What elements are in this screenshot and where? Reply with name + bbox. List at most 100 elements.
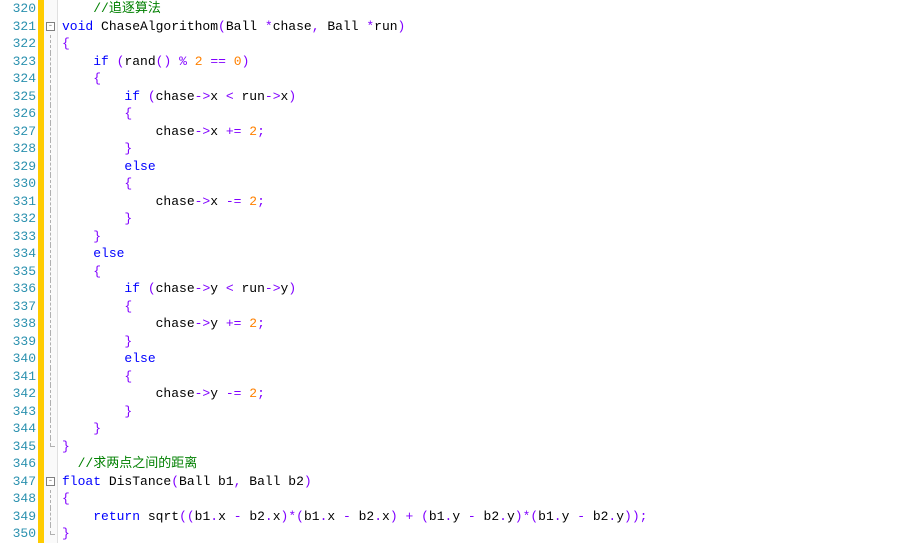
code-token: //求两点之间的距离 <box>78 456 198 471</box>
code-token: y <box>210 281 226 296</box>
code-line[interactable]: { <box>62 70 900 88</box>
line-number[interactable]: 321 <box>0 18 36 36</box>
code-token <box>109 54 117 69</box>
line-number[interactable]: 337 <box>0 298 36 316</box>
code-token: { <box>62 491 70 506</box>
code-token: Ball <box>320 19 367 34</box>
code-token: ; <box>257 194 265 209</box>
fold-guide <box>50 438 51 447</box>
code-line[interactable]: } <box>62 438 900 456</box>
code-token <box>62 246 93 261</box>
code-token: chase <box>273 19 312 34</box>
line-number[interactable]: 323 <box>0 53 36 71</box>
code-line[interactable]: return sqrt((b1.x - b2.x)*(b1.x - b2.x) … <box>62 508 900 526</box>
line-number[interactable]: 336 <box>0 280 36 298</box>
fold-guide <box>50 525 51 534</box>
fold-column[interactable]: -- <box>44 0 58 543</box>
code-token <box>62 264 93 279</box>
line-number[interactable]: 332 <box>0 210 36 228</box>
line-number[interactable]: 343 <box>0 403 36 421</box>
line-number[interactable]: 330 <box>0 175 36 193</box>
code-token: return <box>93 509 140 524</box>
line-number[interactable]: 341 <box>0 368 36 386</box>
line-number[interactable]: 350 <box>0 525 36 543</box>
code-token: - <box>577 509 585 524</box>
code-line[interactable]: chase->y += 2; <box>62 315 900 333</box>
code-line[interactable]: } <box>62 403 900 421</box>
line-number[interactable]: 329 <box>0 158 36 176</box>
code-token: { <box>62 36 70 51</box>
code-line[interactable]: chase->x -= 2; <box>62 193 900 211</box>
code-token: -> <box>195 281 211 296</box>
code-area[interactable]: //追逐算法void ChaseAlgorithom(Ball *chase, … <box>58 0 900 543</box>
code-line[interactable]: { <box>62 105 900 123</box>
code-token: ( <box>218 19 226 34</box>
code-line[interactable]: } <box>62 333 900 351</box>
code-line[interactable]: { <box>62 298 900 316</box>
code-line[interactable]: void ChaseAlgorithom(Ball *chase, Ball *… <box>62 18 900 36</box>
fold-toggle-icon[interactable]: - <box>46 22 55 31</box>
code-token: { <box>124 299 132 314</box>
line-number[interactable]: 328 <box>0 140 36 158</box>
code-line[interactable]: } <box>62 228 900 246</box>
code-token: { <box>93 264 101 279</box>
line-number[interactable]: 334 <box>0 245 36 263</box>
line-number[interactable]: 340 <box>0 350 36 368</box>
code-token <box>413 509 421 524</box>
code-token <box>140 281 148 296</box>
line-number[interactable]: 331 <box>0 193 36 211</box>
code-line[interactable]: //求两点之间的距离 <box>62 455 900 473</box>
code-token: -> <box>195 386 211 401</box>
code-line[interactable]: { <box>62 490 900 508</box>
line-number[interactable]: 324 <box>0 70 36 88</box>
code-token: -= <box>226 386 242 401</box>
line-number[interactable]: 339 <box>0 333 36 351</box>
code-token: . <box>554 509 562 524</box>
code-line[interactable]: if (chase->x < run->x) <box>62 88 900 106</box>
fold-guide <box>50 70 51 88</box>
code-line[interactable]: if (chase->y < run->y) <box>62 280 900 298</box>
line-number[interactable]: 320 <box>0 0 36 18</box>
line-number[interactable]: 346 <box>0 455 36 473</box>
code-editor[interactable]: 3203213223233243253263273283293303313323… <box>0 0 900 543</box>
code-token: ( <box>148 281 156 296</box>
line-number[interactable]: 338 <box>0 315 36 333</box>
line-number[interactable]: 347 <box>0 473 36 491</box>
line-number[interactable]: 348 <box>0 490 36 508</box>
code-line[interactable]: else <box>62 350 900 368</box>
code-line[interactable]: if (rand() % 2 == 0) <box>62 53 900 71</box>
line-number-gutter[interactable]: 3203213223233243253263273283293303313323… <box>0 0 38 543</box>
line-number[interactable]: 344 <box>0 420 36 438</box>
line-number[interactable]: 326 <box>0 105 36 123</box>
code-token: } <box>93 421 101 436</box>
code-token: 2 <box>249 316 257 331</box>
code-line[interactable]: { <box>62 368 900 386</box>
fold-guide <box>50 35 51 53</box>
code-line[interactable]: else <box>62 245 900 263</box>
code-line[interactable]: } <box>62 140 900 158</box>
line-number[interactable]: 345 <box>0 438 36 456</box>
line-number[interactable]: 349 <box>0 508 36 526</box>
code-token <box>62 176 124 191</box>
code-line[interactable]: float DisTance(Ball b1, Ball b2) <box>62 473 900 491</box>
code-token: , <box>312 19 320 34</box>
code-line[interactable]: chase->y -= 2; <box>62 385 900 403</box>
line-number[interactable]: 335 <box>0 263 36 281</box>
code-line[interactable]: //追逐算法 <box>62 0 900 18</box>
line-number[interactable]: 327 <box>0 123 36 141</box>
code-line[interactable]: else <box>62 158 900 176</box>
line-number[interactable]: 322 <box>0 35 36 53</box>
code-line[interactable]: { <box>62 175 900 193</box>
code-line[interactable]: } <box>62 210 900 228</box>
code-line[interactable]: { <box>62 263 900 281</box>
line-number[interactable]: 325 <box>0 88 36 106</box>
fold-toggle-icon[interactable]: - <box>46 477 55 486</box>
code-line[interactable]: } <box>62 420 900 438</box>
code-token <box>171 54 179 69</box>
code-token <box>62 54 93 69</box>
code-line[interactable]: { <box>62 35 900 53</box>
code-line[interactable]: } <box>62 525 900 543</box>
code-line[interactable]: chase->x += 2; <box>62 123 900 141</box>
line-number[interactable]: 333 <box>0 228 36 246</box>
line-number[interactable]: 342 <box>0 385 36 403</box>
